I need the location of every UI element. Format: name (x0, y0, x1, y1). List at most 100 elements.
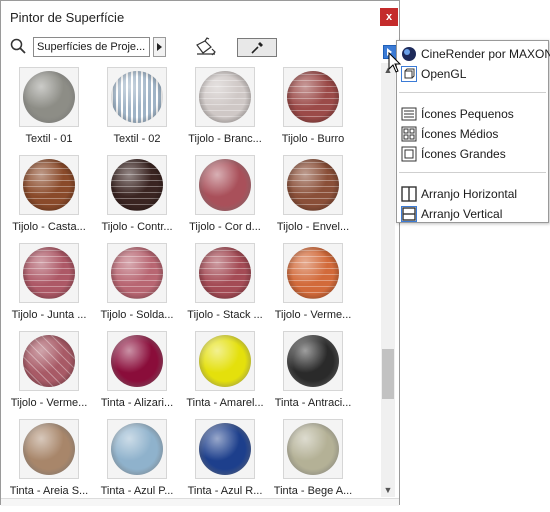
cinerender-icon (401, 46, 417, 62)
material-sphere (199, 247, 251, 299)
material-preview (195, 331, 255, 391)
material-sphere (199, 423, 251, 475)
vertical-layout-icon (401, 206, 417, 222)
material-sphere (23, 423, 75, 475)
material-preview (283, 331, 343, 391)
paint-bucket-icon[interactable] (193, 37, 219, 59)
material-thumbnail[interactable]: Tijolo - Junta ... (5, 239, 93, 327)
material-thumbnail[interactable]: Tinta - Bege A... (269, 415, 357, 497)
material-preview (107, 243, 167, 303)
material-label: Textil - 02 (113, 133, 161, 145)
material-thumbnail[interactable]: Tijolo - Casta... (5, 151, 93, 239)
material-label: Tijolo - Verme... (10, 397, 88, 409)
material-label: Tijolo - Junta ... (11, 309, 87, 321)
material-thumbnail[interactable]: Tijolo - Verme... (269, 239, 357, 327)
material-thumbnail[interactable]: Tinta - Amarel... (181, 327, 269, 415)
material-thumbnail[interactable]: Tinta - Alizari... (93, 327, 181, 415)
menu-item-cinerender[interactable]: CineRender por MAXON (397, 44, 550, 64)
window-title: Pintor de Superfície (10, 10, 125, 25)
material-sphere (111, 335, 163, 387)
material-thumbnail[interactable]: Textil - 01 (5, 63, 93, 151)
material-label: Tijolo - Envel... (276, 221, 350, 233)
material-preview (19, 331, 79, 391)
material-preview (107, 67, 167, 127)
material-preview (283, 419, 343, 479)
material-sphere (287, 335, 339, 387)
material-preview (283, 243, 343, 303)
bottom-edge (1, 498, 399, 506)
material-thumbnail[interactable]: Tijolo - Contr... (93, 151, 181, 239)
material-sphere (23, 71, 75, 123)
material-thumbnail[interactable]: Textil - 02 (93, 63, 181, 151)
small-icons-icon (401, 106, 417, 122)
material-label: Tinta - Amarel... (186, 397, 264, 409)
surface-painter-window: Pintor de Superfície x Superfícies de Pr… (0, 0, 400, 506)
material-thumbnail[interactable]: Tijolo - Solda... (93, 239, 181, 327)
search-icon[interactable] (10, 38, 26, 54)
horizontal-layout-icon (401, 186, 417, 202)
material-thumbnail[interactable]: Tijolo - Verme... (5, 327, 93, 415)
material-label: Tijolo - Stack ... (187, 309, 263, 321)
large-icons-icon (401, 146, 417, 162)
menu-item-medium-icons[interactable]: Ícones Médios (397, 124, 548, 144)
material-preview (19, 243, 79, 303)
scroll-down-icon[interactable]: ▼ (381, 483, 395, 497)
library-select-arrow-button[interactable] (153, 37, 166, 57)
material-thumbnail[interactable]: Tijolo - Stack ... (181, 239, 269, 327)
material-label: Tinta - Azul P... (100, 485, 174, 497)
material-thumbnail[interactable]: Tinta - Antraci... (269, 327, 357, 415)
material-label: Tijolo - Casta... (12, 221, 86, 233)
material-thumbnail[interactable]: Tijolo - Cor d... (181, 151, 269, 239)
material-sphere (287, 423, 339, 475)
material-label: Tijolo - Contr... (101, 221, 173, 233)
material-sphere (287, 247, 339, 299)
material-sphere (23, 247, 75, 299)
material-label: Tijolo - Branc... (188, 133, 262, 145)
material-label: Tinta - Azul R... (187, 485, 263, 497)
material-sphere (287, 159, 339, 211)
menu-item-vertical-layout[interactable]: Arranjo Vertical (397, 204, 548, 224)
material-preview (283, 67, 343, 127)
scroll-thumb[interactable] (382, 349, 394, 399)
menu-item-opengl[interactable]: OpenGL (397, 64, 548, 84)
material-label: Tijolo - Solda... (100, 309, 174, 321)
options-popup-menu: CineRender por MAXON OpenGL Ícones Peque… (396, 40, 550, 224)
library-select[interactable]: Superfícies de Proje... (33, 37, 150, 57)
material-sphere (111, 247, 163, 299)
material-sphere (287, 71, 339, 123)
material-preview (283, 155, 343, 215)
material-label: Tijolo - Burro (281, 133, 345, 145)
title-bar[interactable]: Pintor de Superfície x (1, 1, 399, 33)
material-sphere (199, 159, 251, 211)
opengl-icon (401, 66, 417, 82)
material-sphere (199, 335, 251, 387)
menu-item-large-icons[interactable]: Ícones Grandes (397, 144, 548, 164)
material-thumbnail[interactable]: Tinta - Azul R... (181, 415, 269, 497)
material-preview (107, 331, 167, 391)
material-sphere (199, 71, 251, 123)
material-preview (195, 67, 255, 127)
mouse-cursor-icon (388, 52, 402, 73)
material-thumbnail[interactable]: Tinta - Areia S... (5, 415, 93, 497)
material-preview (107, 419, 167, 479)
close-button[interactable]: x (380, 8, 398, 26)
vertical-scrollbar[interactable]: ▲ ▼ (381, 63, 395, 497)
material-preview (107, 155, 167, 215)
material-label: Textil - 01 (25, 133, 73, 145)
material-thumbnail[interactable]: Tijolo - Burro (269, 63, 357, 151)
eyedropper-button[interactable] (237, 38, 277, 57)
material-sphere (23, 159, 75, 211)
menu-item-small-icons[interactable]: Ícones Pequenos (397, 104, 548, 124)
menu-item-horizontal-layout[interactable]: Arranjo Horizontal (397, 184, 548, 204)
material-label: Tinta - Alizari... (100, 397, 174, 409)
material-thumbnail[interactable]: Tinta - Azul P... (93, 415, 181, 497)
material-preview (195, 155, 255, 215)
material-sphere (111, 159, 163, 211)
material-grid: Textil - 01 Textil - 02 Tijolo - Branc... T… (5, 63, 379, 497)
material-label: Tinta - Areia S... (9, 485, 89, 497)
material-preview (19, 419, 79, 479)
material-label: Tijolo - Verme... (274, 309, 352, 321)
material-thumbnail[interactable]: Tijolo - Envel... (269, 151, 357, 239)
material-thumbnail[interactable]: Tijolo - Branc... (181, 63, 269, 151)
material-sphere (23, 335, 75, 387)
